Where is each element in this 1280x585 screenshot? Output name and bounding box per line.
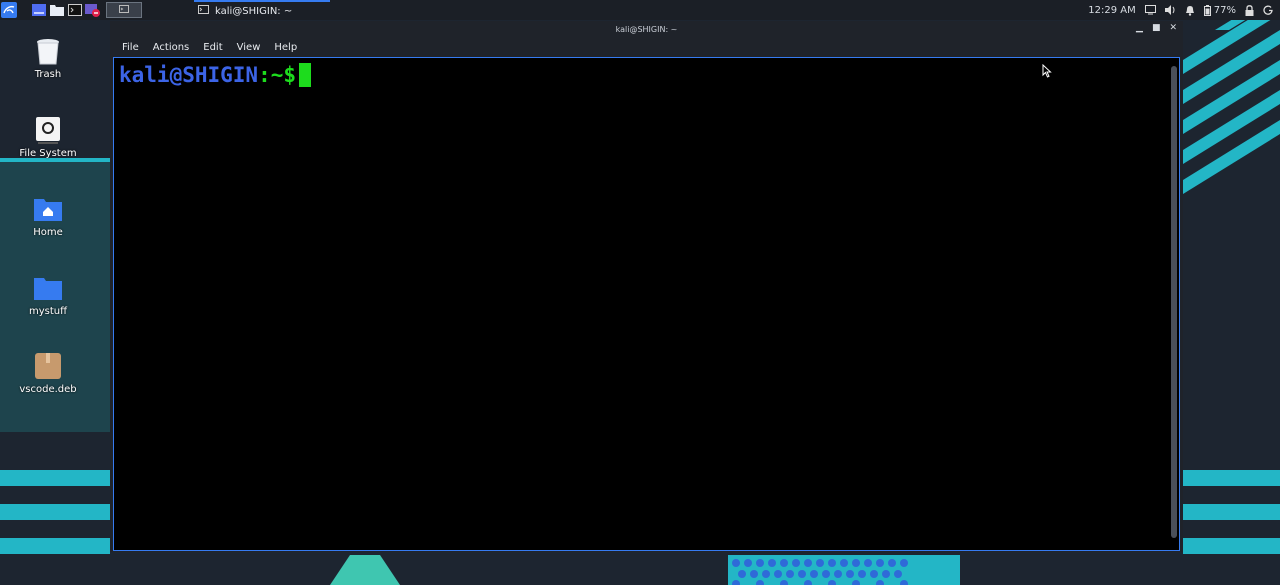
taskbar-button-label: kali@SHIGIN: ~ bbox=[215, 5, 293, 17]
mouse-pointer-icon bbox=[1042, 64, 1052, 78]
deb-package-icon bbox=[33, 351, 63, 381]
prompt-path: :~$ bbox=[258, 63, 297, 87]
desktop-icon-label: Home bbox=[33, 227, 63, 238]
home-folder-icon bbox=[33, 194, 63, 224]
desktop-icon-label: File System bbox=[19, 148, 77, 159]
system-tray: 12:29 AM 77% bbox=[1088, 0, 1280, 20]
volume-icon[interactable] bbox=[1164, 5, 1176, 15]
lock-icon[interactable] bbox=[1245, 4, 1254, 16]
battery-percentage: 77% bbox=[1213, 4, 1236, 16]
terminal-icon bbox=[119, 4, 129, 16]
show-desktop-icon[interactable] bbox=[30, 0, 48, 20]
close-icon[interactable]: ✕ bbox=[1169, 23, 1177, 33]
battery-icon[interactable]: 77% bbox=[1203, 4, 1236, 16]
terminal-icon bbox=[198, 5, 209, 17]
window-title: kali@SHIGIN: ~ bbox=[615, 25, 678, 34]
file-manager-icon[interactable] bbox=[48, 0, 66, 20]
menu-bar: File Actions Edit View Help bbox=[110, 38, 1183, 56]
maximize-icon[interactable]: ■ bbox=[1152, 23, 1161, 33]
menu-edit[interactable]: Edit bbox=[203, 42, 222, 53]
logout-icon[interactable] bbox=[1263, 5, 1274, 16]
record-icon[interactable] bbox=[84, 0, 102, 20]
display-icon[interactable] bbox=[1144, 5, 1156, 15]
desktop-icon-label: mystuff bbox=[28, 306, 68, 317]
prompt-user-host: kali@SHIGIN bbox=[119, 63, 259, 87]
terminal-output[interactable]: kali@SHIGIN:~$ bbox=[113, 57, 1180, 551]
minimize-icon[interactable]: ▁ bbox=[1136, 23, 1143, 33]
trash-icon bbox=[33, 36, 63, 66]
taskbar-button-terminal[interactable]: kali@SHIGIN: ~ bbox=[194, 0, 330, 20]
menu-actions[interactable]: Actions bbox=[153, 42, 190, 53]
menu-file[interactable]: File bbox=[122, 42, 139, 53]
clock[interactable]: 12:29 AM bbox=[1088, 5, 1135, 16]
desktop-icon-mystuff[interactable]: mystuff bbox=[10, 273, 86, 317]
terminal-window[interactable]: kali@SHIGIN: ~ ▁ ■ ✕ File Actions Edit V… bbox=[110, 21, 1183, 552]
top-panel: kali@SHIGIN: ~ 12:29 AM 77% bbox=[0, 0, 1280, 20]
folder-icon bbox=[33, 273, 63, 303]
desktop-icon-vscode-deb[interactable]: vscode.deb bbox=[10, 351, 86, 395]
menu-help[interactable]: Help bbox=[274, 42, 297, 53]
desktop-icon-home[interactable]: Home bbox=[10, 194, 86, 238]
drive-icon bbox=[33, 115, 63, 145]
workspace-switcher[interactable] bbox=[106, 2, 142, 18]
terminal-icon[interactable] bbox=[66, 0, 84, 20]
menu-view[interactable]: View bbox=[237, 42, 261, 53]
desktop-icon-label: Trash bbox=[34, 69, 62, 80]
notification-bell-icon[interactable] bbox=[1185, 5, 1195, 16]
desktop-icon-file-system[interactable]: File System bbox=[10, 115, 86, 159]
kali-menu-icon[interactable] bbox=[0, 0, 18, 20]
window-titlebar[interactable]: kali@SHIGIN: ~ ▁ ■ ✕ bbox=[110, 21, 1183, 38]
desktop-icon-label: vscode.deb bbox=[19, 384, 77, 395]
desktop-icon-trash[interactable]: Trash bbox=[10, 36, 86, 80]
text-cursor bbox=[299, 63, 312, 87]
scrollbar[interactable] bbox=[1171, 66, 1177, 538]
shell-prompt: kali@SHIGIN:~$ bbox=[119, 62, 312, 88]
